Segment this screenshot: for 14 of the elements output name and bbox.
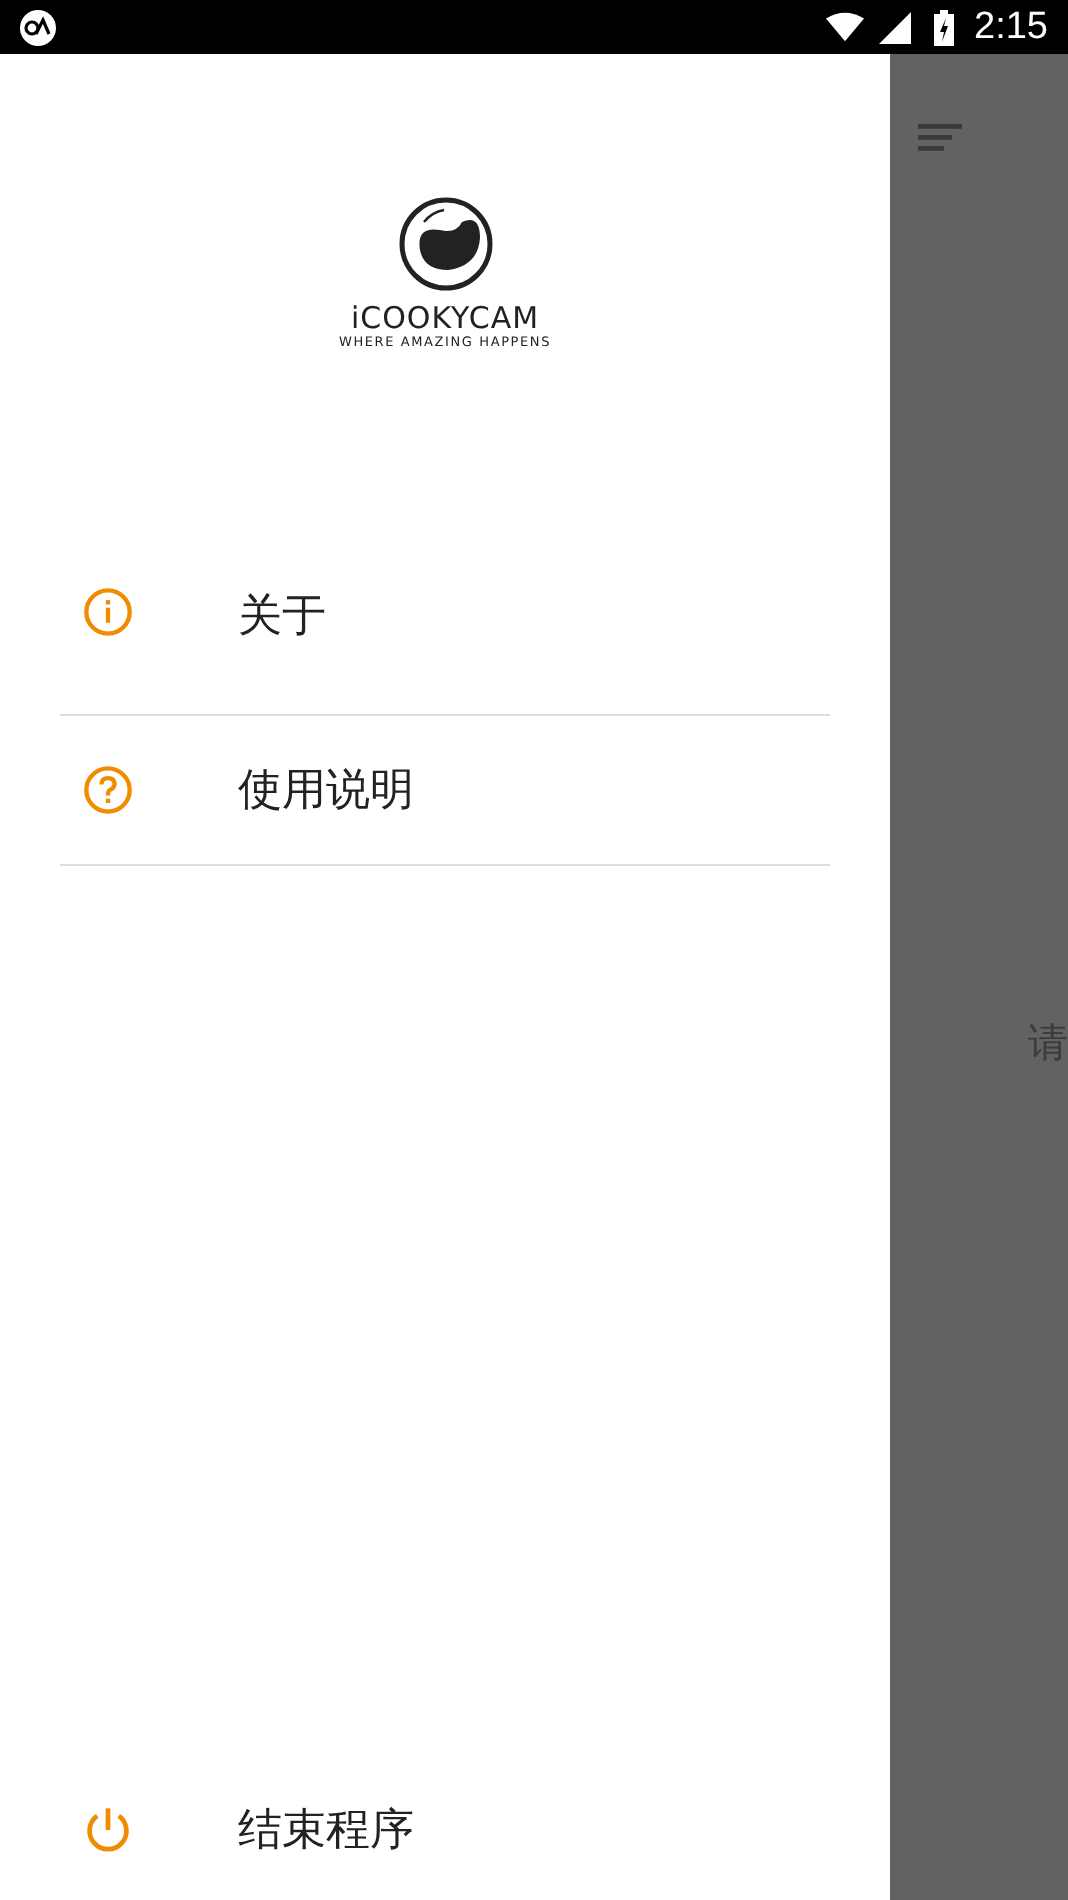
power-icon: [82, 1804, 134, 1856]
battery-icon: [934, 9, 955, 45]
menu-item[interactable]: 结束程序: [60, 1760, 830, 1900]
signal-icon: [876, 11, 915, 43]
notification-icon: [18, 7, 58, 47]
clock-time: 2:15: [974, 5, 1048, 49]
help-icon: [82, 764, 134, 816]
bean-logo-icon: [395, 194, 495, 294]
info-icon: [82, 586, 134, 638]
menu-item[interactable]: 关于: [60, 586, 830, 716]
wifi-icon: [826, 11, 865, 43]
menu-icon[interactable]: [918, 124, 962, 152]
menu-item[interactable]: 使用说明: [60, 716, 830, 866]
logo-wordmark: iCOOKYCAM: [350, 302, 540, 334]
